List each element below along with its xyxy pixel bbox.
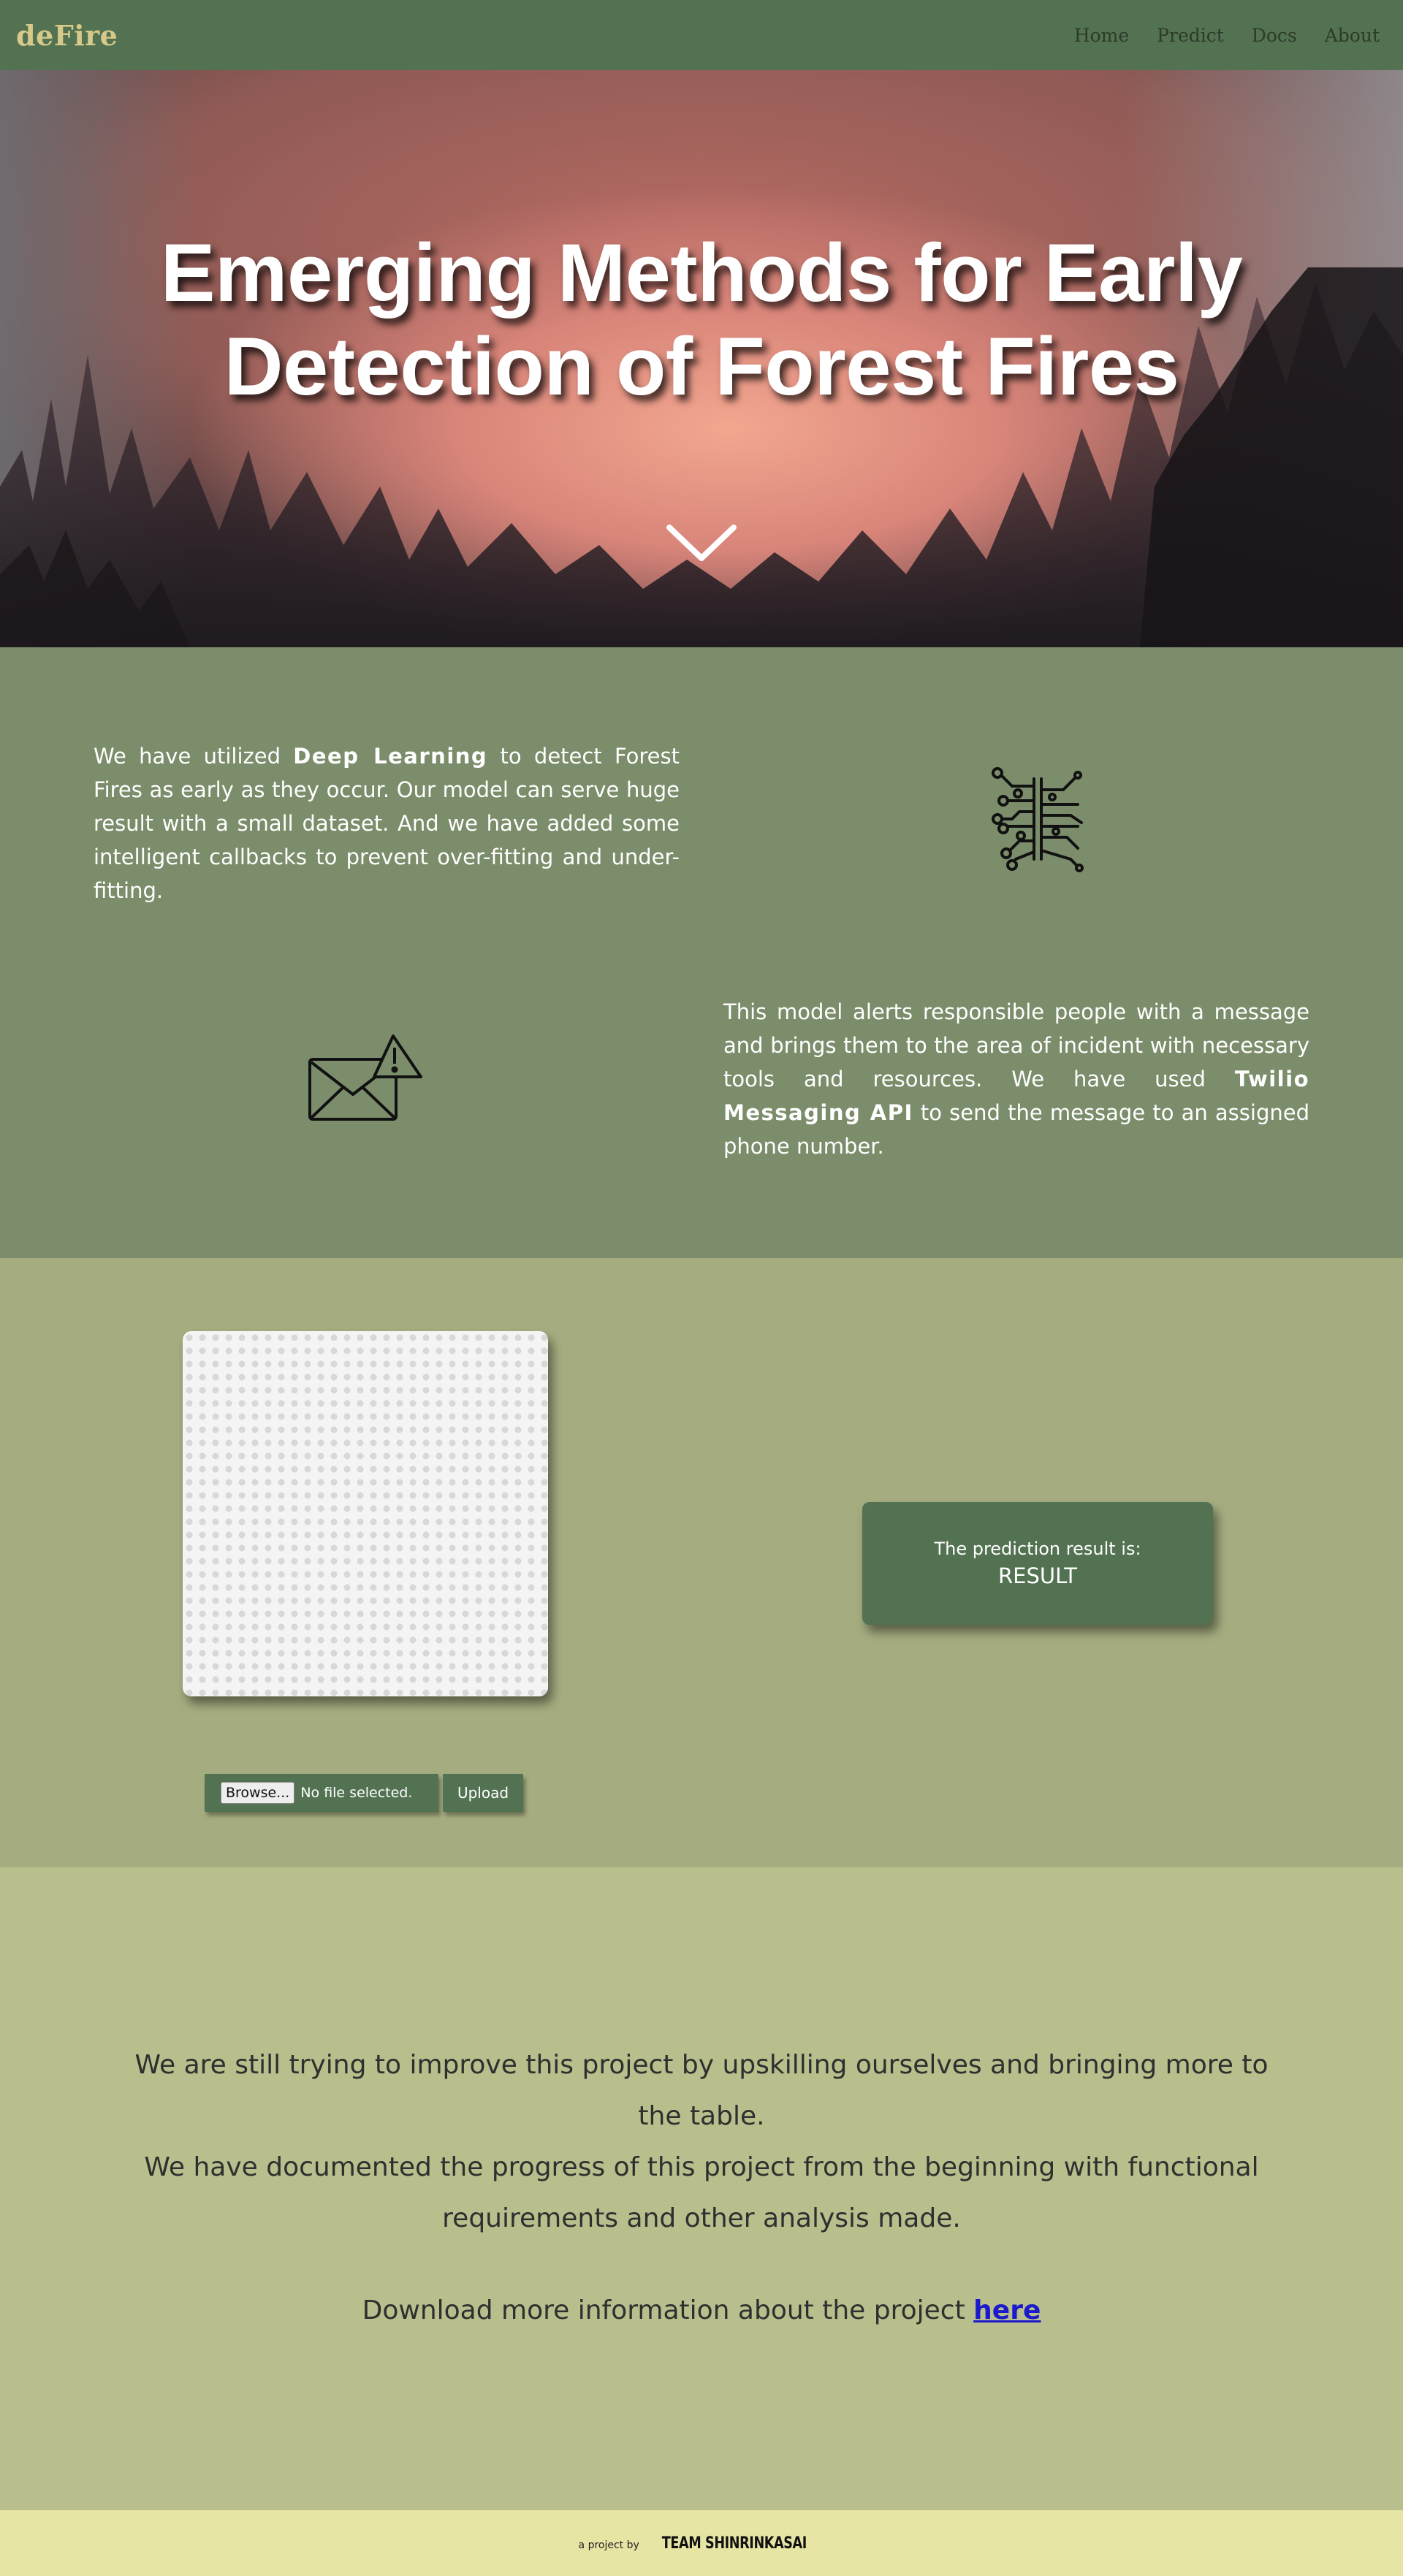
upload-button[interactable]: Upload xyxy=(443,1774,523,1812)
nav-link-home[interactable]: Home xyxy=(1074,25,1129,46)
footer-credit-prefix: a project by xyxy=(578,2539,639,2551)
info-paragraph: We are still trying to improve this proj… xyxy=(110,2040,1293,2244)
nav-link-about[interactable]: About xyxy=(1325,25,1380,46)
hero-title-line1: Emerging Methods for Early xyxy=(160,227,1243,319)
mail-alert-icon xyxy=(308,1034,422,1121)
nav-links: Home Predict Docs About xyxy=(1074,25,1387,46)
feature-deep-learning-text: We have utilized Deep Learning to detect… xyxy=(94,744,680,903)
info-line-2: We have documented the progress of this … xyxy=(144,2152,1259,2233)
hero-title-line2: Detection of Forest Fires xyxy=(224,321,1179,412)
nav-link-predict[interactable]: Predict xyxy=(1157,25,1224,46)
circuit-chip-icon xyxy=(992,767,1084,872)
features-section: We have utilized Deep Learning to detect… xyxy=(0,647,1403,1258)
chevron-down-icon[interactable] xyxy=(665,522,738,565)
brand-logo[interactable]: deFire xyxy=(16,19,118,52)
info-section: We are still trying to improve this proj… xyxy=(0,1867,1403,2510)
hero-section: Emerging Methods for Early Detection of … xyxy=(0,70,1403,647)
result-label: The prediction result is: xyxy=(934,1539,1141,1559)
hero-title: Emerging Methods for Early Detection of … xyxy=(0,226,1403,414)
footer: a project by TEAM SHINRINKASAI xyxy=(0,2510,1403,2576)
predict-section: Browse... No file selected. Upload The p… xyxy=(0,1258,1403,1867)
info-line-1: We are still trying to improve this proj… xyxy=(134,2050,1269,2131)
image-preview xyxy=(183,1331,548,1696)
top-navbar: deFire Home Predict Docs About xyxy=(0,0,1403,70)
prediction-result-card: The prediction result is: RESULT xyxy=(862,1502,1213,1625)
upload-form: Browse... No file selected. Upload xyxy=(205,1774,523,1812)
browse-button[interactable]: Browse... xyxy=(221,1782,295,1804)
nav-link-docs[interactable]: Docs xyxy=(1252,25,1297,46)
result-value: RESULT xyxy=(998,1563,1077,1588)
footer-team-name: TEAM SHINRINKASAI xyxy=(661,2534,807,2553)
feature-twilio-text: This model alerts responsible people wit… xyxy=(723,999,1309,1159)
file-status-text: No file selected. xyxy=(300,1785,413,1801)
download-here-link[interactable]: here xyxy=(973,2295,1041,2325)
download-line: Download more information about the proj… xyxy=(362,2295,1041,2325)
file-input[interactable]: Browse... No file selected. xyxy=(205,1774,438,1812)
